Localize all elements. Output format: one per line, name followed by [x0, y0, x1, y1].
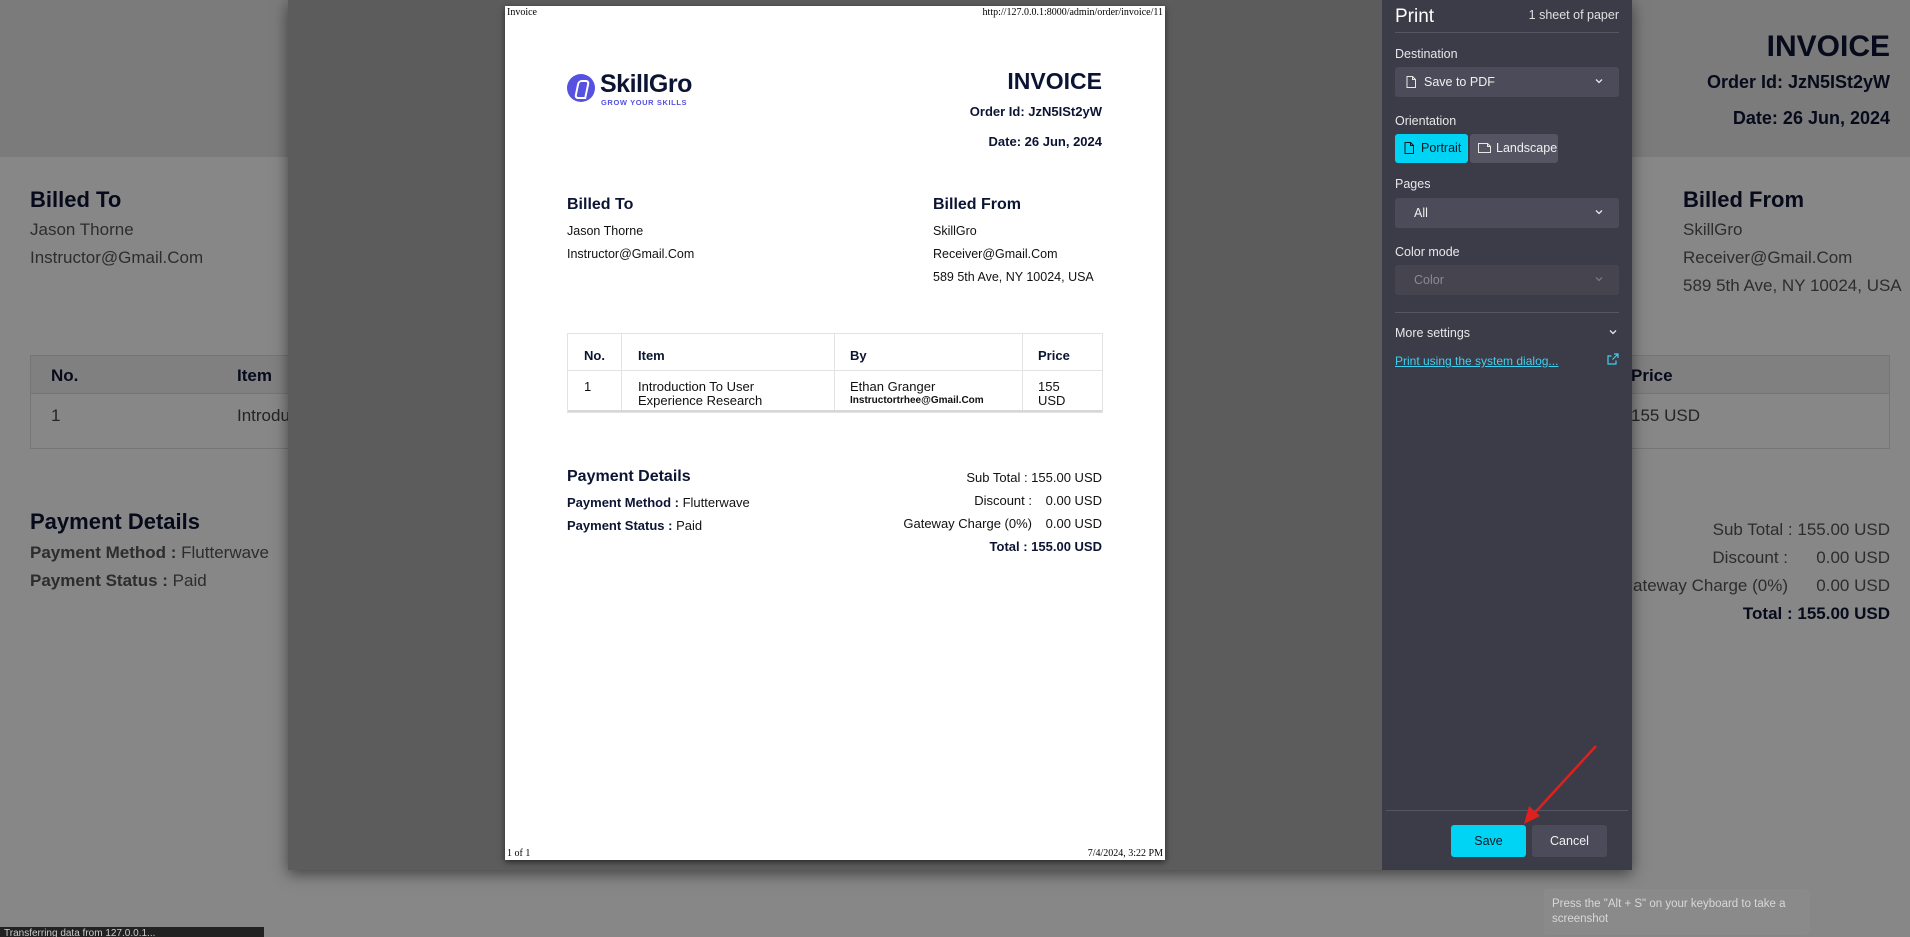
invoice-date: Date: 26 Jun, 2024	[988, 134, 1102, 149]
col-no: No.	[584, 348, 605, 363]
pages-select[interactable]: All	[1395, 198, 1619, 228]
portrait-icon	[1404, 142, 1414, 154]
destination-value: Save to PDF	[1424, 75, 1495, 89]
row-price-amount: 155	[1038, 379, 1060, 394]
landscape-icon	[1478, 143, 1491, 153]
system-dialog-link[interactable]: Print using the system dialog...	[1395, 354, 1558, 368]
chevron-down-icon	[1595, 210, 1603, 215]
gateway-label: Gateway Charge (0%)	[903, 516, 1032, 531]
print-dialog: Invoice http://127.0.0.1:8000/admin/orde…	[288, 0, 1632, 870]
billed-from-address: 589 5th Ave, NY 10024, USA	[933, 270, 1094, 284]
color-mode-label: Color mode	[1395, 245, 1460, 259]
save-button[interactable]: Save	[1451, 825, 1526, 857]
document-icon	[1406, 76, 1416, 88]
sheet-count: 1 sheet of paper	[1528, 8, 1619, 22]
payment-status: Payment Status : Paid	[567, 518, 703, 533]
payment-heading: Payment Details	[567, 468, 691, 485]
payment-method: Payment Method : Flutterwave	[567, 495, 750, 510]
order-id: Order Id: JzN5ISt2yW	[969, 104, 1102, 119]
landscape-button[interactable]: Landscape	[1470, 134, 1558, 163]
destination-label: Destination	[1395, 47, 1458, 61]
pages-value: All	[1414, 206, 1428, 220]
page-footer-timestamp: 7/4/2024, 3:22 PM	[1087, 848, 1163, 859]
subtotal: Sub Total : 155.00 USD	[966, 470, 1102, 485]
chevron-down-icon[interactable]	[1607, 326, 1619, 338]
chevron-down-icon	[1595, 79, 1603, 84]
print-preview-area: Invoice http://127.0.0.1:8000/admin/orde…	[288, 0, 1382, 870]
more-settings-toggle[interactable]: More settings	[1395, 326, 1470, 340]
gateway-value: 0.00 USD	[1045, 516, 1102, 531]
screenshot-hint-toast: Press the "Alt + S" on your keyboard to …	[1544, 889, 1810, 935]
skillgro-logo: SkillGro GROW YOUR SKILLS	[567, 68, 697, 108]
row-price-currency: USD	[1038, 393, 1066, 408]
total: Total : 155.00 USD	[989, 539, 1102, 554]
browser-status-bar: Transferring data from 127.0.0.1...	[0, 927, 264, 937]
row-item-line2: Experience Research	[638, 393, 763, 408]
annotation-arrow-icon	[1524, 745, 1597, 824]
billed-to-name: Jason Thorne	[567, 224, 644, 238]
pages-label: Pages	[1395, 177, 1431, 191]
billed-from-email: Receiver@Gmail.Com	[933, 247, 1058, 261]
col-by: By	[850, 348, 867, 363]
col-price: Price	[1038, 348, 1070, 363]
chevron-down-icon	[1595, 277, 1603, 282]
row-by-email: Instructortrhee@Gmail.Com	[850, 395, 984, 406]
cancel-button[interactable]: Cancel	[1532, 825, 1607, 857]
print-settings-panel: Print 1 sheet of paper Destination Save …	[1382, 0, 1632, 870]
logo-tagline: GROW YOUR SKILLS	[601, 98, 688, 107]
billed-from-heading: Billed From	[933, 196, 1022, 213]
color-mode-value: Color	[1414, 273, 1444, 287]
col-item: Item	[638, 348, 665, 363]
row-item-line1: Introduction To User	[638, 379, 755, 394]
print-title: Print	[1395, 6, 1435, 27]
portrait-button[interactable]: Portrait	[1395, 134, 1468, 163]
row-no: 1	[584, 379, 592, 394]
billed-from-name: SkillGro	[933, 224, 977, 238]
discount-label: Discount :	[974, 493, 1032, 508]
logo-mark-icon	[567, 74, 595, 102]
billed-to-email: Instructor@Gmail.Com	[567, 247, 695, 261]
page-header-title: Invoice	[507, 7, 537, 18]
invoice-title: INVOICE	[1007, 68, 1102, 94]
color-mode-select: Color	[1395, 265, 1619, 295]
billed-to-heading: Billed To	[567, 196, 634, 213]
discount-value: 0.00 USD	[1045, 493, 1102, 508]
preview-page: Invoice http://127.0.0.1:8000/admin/orde…	[505, 6, 1165, 860]
page-header-url: http://127.0.0.1:8000/admin/order/invoic…	[982, 7, 1163, 18]
logo-name: SkillGro	[600, 70, 692, 98]
destination-select[interactable]: Save to PDF	[1395, 67, 1619, 97]
page-footer-count: 1 of 1	[507, 848, 531, 859]
row-by-name: Ethan Granger	[850, 379, 936, 394]
external-link-icon[interactable]	[1607, 353, 1619, 365]
orientation-label: Orientation	[1395, 114, 1457, 128]
items-table: No. Item By Price 1 Introduction To User…	[567, 333, 1103, 413]
